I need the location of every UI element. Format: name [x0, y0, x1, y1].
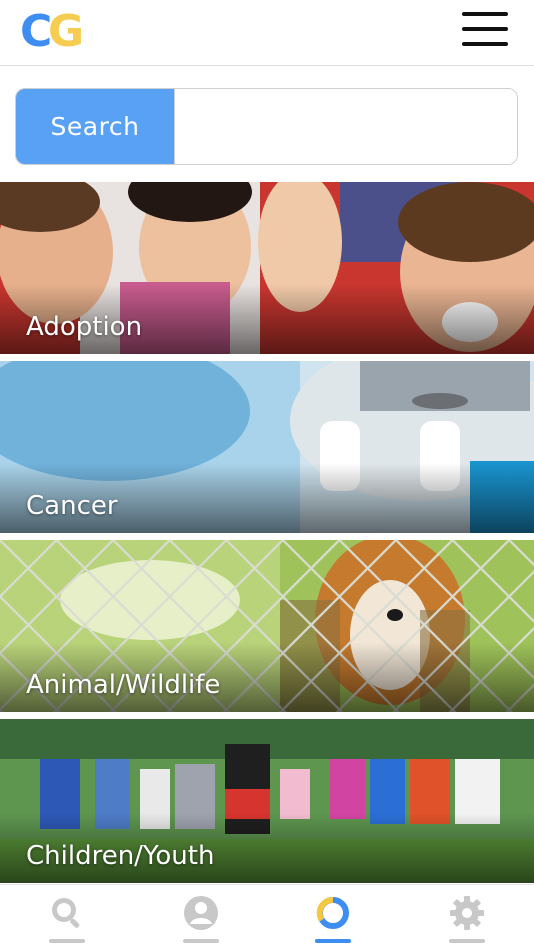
- category-label: Cancer: [26, 491, 118, 521]
- category-card-adoption[interactable]: Adoption: [0, 182, 534, 354]
- hamburger-menu-icon[interactable]: [462, 12, 508, 46]
- search-bar: Search: [15, 88, 518, 165]
- nav-search[interactable]: [37, 895, 97, 947]
- bottom-nav: [0, 884, 534, 950]
- category-card-cancer[interactable]: Cancer: [0, 361, 534, 533]
- nav-profile[interactable]: [171, 895, 231, 947]
- category-card-animal-wildlife[interactable]: Animal/Wildlife: [0, 540, 534, 712]
- app-header: C G: [0, 0, 534, 66]
- category-label: Adoption: [26, 312, 143, 342]
- search-button[interactable]: Search: [16, 89, 175, 164]
- search-icon: [52, 898, 80, 928]
- nav-settings[interactable]: [437, 895, 497, 947]
- gear-icon: [450, 896, 484, 930]
- category-label: Children/Youth: [26, 841, 215, 871]
- ring-icon: [316, 897, 349, 929]
- nav-causes[interactable]: [303, 895, 363, 947]
- search-input[interactable]: [175, 89, 517, 164]
- profile-icon: [184, 896, 218, 930]
- cg-logo[interactable]: C G: [20, 6, 96, 54]
- svg-text:G: G: [48, 6, 84, 54]
- category-label: Animal/Wildlife: [26, 670, 221, 700]
- category-card-children-youth[interactable]: Children/Youth: [0, 719, 534, 883]
